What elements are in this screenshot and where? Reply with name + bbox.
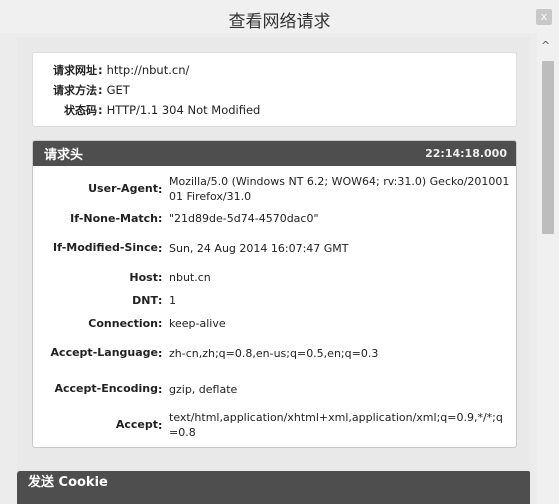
header-value: 1 [169,294,176,307]
summary-separator: : [98,63,103,77]
scroll-up-arrow-icon[interactable]: ^ [541,39,550,52]
section-title: 请求头 [44,148,84,163]
window-title: 查看网络请求 [228,12,331,32]
header-row-accept-encoding: Accept-Encoding : gzip, deflate [33,371,516,407]
header-row-accept-language: Accept-Language : zh-cn,zh;q=0.8,en-us;q… [33,335,516,371]
header-value: keep-alive [169,317,226,330]
header-value: Sun, 24 Aug 2014 16:07:47 GMT [169,241,349,255]
header-separator: : [158,346,163,360]
header-value: zh-cn,zh;q=0.8,en-us;q=0.5,en;q=0.3 [169,346,379,360]
header-name: Host [129,270,158,284]
scrollbar-thumb[interactable] [542,61,554,234]
status-code-value: HTTP/1.1 304 Not Modified [106,103,261,117]
header-separator: : [158,182,163,196]
summary-separator: : [98,83,103,97]
header-value: Mozilla/5.0 (Windows NT 6.2; WOW64; rv:3… [169,175,510,203]
summary-label-status: 状态码 [64,104,97,117]
header-name: Connection [88,316,158,330]
header-separator: : [158,212,163,225]
header-name: User-Agent [88,182,158,195]
header-name: Accept-Encoding [54,382,159,395]
vertical-scrollbar[interactable]: ^ [537,33,559,504]
summary-label-url: 请求网址 [53,64,97,77]
header-value: nbut.cn [169,271,211,284]
title-bar: 查看网络请求 x [0,0,559,33]
request-headers-section: 请求头 22:14:18.000 User-Agent : Mozilla/5.… [32,140,517,448]
close-button[interactable]: x [536,9,552,25]
header-value: gzip, deflate [169,382,238,396]
header-separator: : [158,241,163,255]
header-row-dnt: DNT : 1 [33,289,516,312]
header-row-user-agent: User-Agent : Mozilla/5.0 (Windows NT 6.2… [33,171,516,207]
header-separator: : [158,317,163,330]
header-separator: : [158,418,163,432]
header-separator: : [158,271,163,284]
request-summary: 请求网址 : http://nbut.cn/ 请求方法 : GET 状态码 : … [32,52,517,127]
header-value: "21d89de-5d74-4570dac0" [169,212,319,225]
header-name: Accept [115,418,158,431]
request-url-value: http://nbut.cn/ [106,63,190,77]
content-area: 请求网址 : http://nbut.cn/ 请求方法 : GET 状态码 : … [17,37,530,504]
request-timestamp: 22:14:18.000 [425,147,507,160]
network-request-window: 查看网络请求 x 请求网址 : http://nbut.cn/ 请求方法 : G… [0,0,559,504]
header-separator: : [158,294,163,307]
header-value: text/html,application/xhtml+xml,applicat… [169,411,503,439]
cookie-section-header[interactable]: 发送 Cookie [17,471,530,504]
header-row-accept: Accept : text/html,application/xhtml+xml… [33,407,516,443]
summary-row-status: 状态码 : HTTP/1.1 304 Not Modified [33,100,516,120]
header-row-if-modified-since: If-Modified-Since : Sun, 24 Aug 2014 16:… [33,230,516,266]
headers-table: User-Agent : Mozilla/5.0 (Windows NT 6.2… [33,166,516,447]
request-headers-header[interactable]: 请求头 22:14:18.000 [33,141,516,166]
summary-row-method: 请求方法 : GET [33,80,516,100]
header-name: Accept-Language [50,346,158,359]
header-row-if-none-match: If-None-Match : "21d89de-5d74-4570dac0" [33,207,516,230]
header-separator: : [158,382,163,396]
header-name: If-None-Match [70,211,158,225]
summary-label-method: 请求方法 [53,84,97,97]
summary-separator: : [98,103,103,117]
request-method-value: GET [106,83,130,97]
header-row-host: Host : nbut.cn [33,266,516,289]
header-row-connection: Connection : keep-alive [33,312,516,335]
header-name: DNT [132,293,158,307]
summary-row-url: 请求网址 : http://nbut.cn/ [33,60,516,80]
header-name: If-Modified-Since [53,241,158,254]
